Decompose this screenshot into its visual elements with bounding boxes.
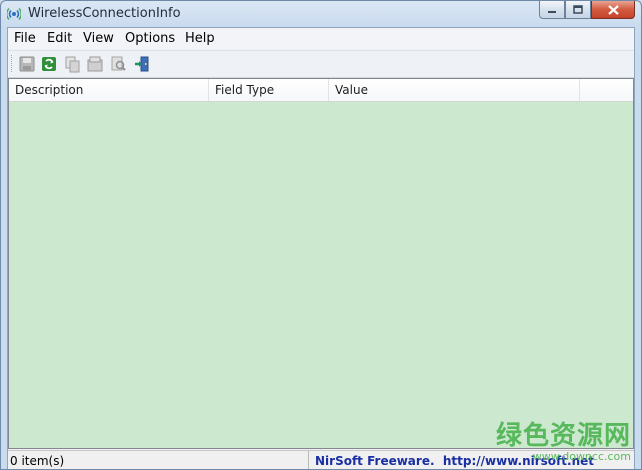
client-area: File Edit View Options Help Description … (7, 27, 635, 469)
menu-help[interactable]: Help (185, 31, 215, 46)
toolbar-grip[interactable] (11, 55, 14, 72)
find-icon[interactable] (109, 55, 127, 73)
item-count: 0 item(s) (10, 454, 65, 468)
column-header-field-type[interactable]: Field Type (209, 79, 329, 101)
wireless-signal-icon (7, 8, 21, 20)
menu-file[interactable]: File (14, 31, 36, 46)
close-button[interactable] (591, 1, 635, 19)
copy-icon[interactable] (63, 55, 81, 73)
maximize-icon (573, 5, 583, 14)
toolbar (8, 50, 634, 78)
watermark-text: 绿色资源网 (495, 421, 631, 451)
menu-options[interactable]: Options (125, 31, 175, 46)
title-bar[interactable]: WirelessConnectionInfo (1, 1, 641, 27)
column-field-type-label: Field Type (215, 83, 275, 97)
exit-icon[interactable] (133, 55, 151, 73)
site-watermark: 绿色资源网 www.downcc.com (496, 415, 631, 463)
column-header-description[interactable]: Description (9, 79, 209, 101)
list-header: Description Field Type Value (9, 79, 633, 102)
column-header-value[interactable]: Value (329, 79, 580, 101)
app-window: WirelessConnectionInfo File Edit View Op… (0, 0, 642, 470)
menu-bar: File Edit View Options Help (8, 28, 634, 49)
window-title: WirelessConnectionInfo (28, 6, 181, 21)
minimize-icon (548, 10, 556, 13)
minimize-button[interactable] (539, 1, 565, 19)
maximize-button[interactable] (565, 1, 591, 19)
properties-icon[interactable] (86, 55, 104, 73)
window-controls (539, 1, 635, 20)
refresh-icon[interactable] (40, 55, 58, 73)
save-icon[interactable] (18, 55, 36, 73)
list-view[interactable]: Description Field Type Value (8, 78, 634, 449)
column-value-label: Value (335, 83, 368, 97)
column-description-label: Description (15, 83, 84, 97)
status-count-pane: 0 item(s) (8, 451, 309, 469)
menu-edit[interactable]: Edit (47, 31, 72, 46)
close-icon (607, 4, 619, 15)
menu-view[interactable]: View (83, 31, 114, 46)
